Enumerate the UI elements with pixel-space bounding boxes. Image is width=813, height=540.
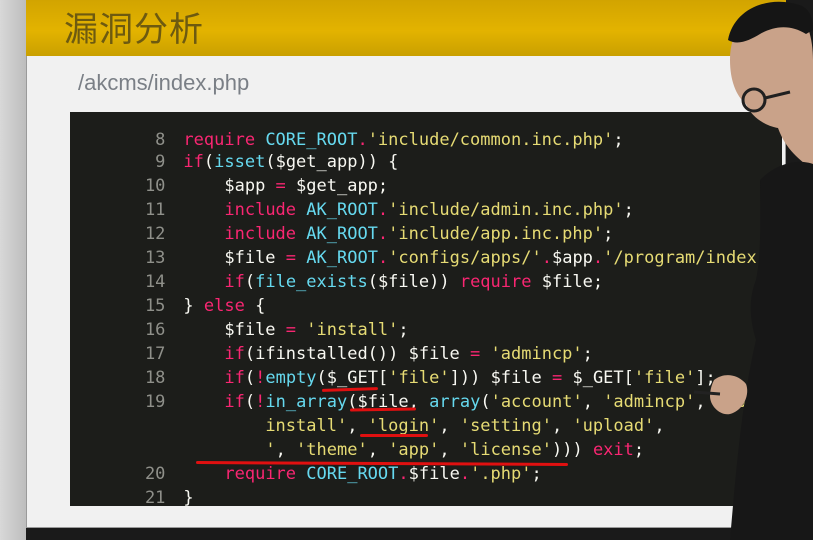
code-line-22: 22?> — [70, 486, 206, 506]
code-line-15: 15} else { — [144, 296, 266, 316]
annotation-underline-app — [360, 434, 428, 437]
code-line-19: 19 if(!in_array($file, array('account', … — [144, 392, 747, 412]
code-line-17: 17 if(ifinstalled()) $file = 'admincp'; — [144, 344, 593, 364]
code-line-13: 13 $file = AK_ROOT.'configs/apps/'.$app.… — [144, 248, 767, 268]
code-line-14: 14 if(file_exists($file)) require $file; — [144, 272, 604, 292]
code-editor-panel: 8 require CORE_ROOT.'include/common.inc.p… — [70, 112, 782, 506]
code-line-12: 12 include AK_ROOT.'include/app.inc.php'… — [144, 224, 614, 244]
code-line-21: 21} — [144, 488, 194, 506]
code-line-16: 16 $file = 'install'; — [144, 320, 409, 340]
slide-title: 漏洞分析 — [64, 10, 204, 50]
slide-title-bar: 漏洞分析 — [26, 0, 786, 56]
code-line-9: 9 if(isset($get_app)) { — [155, 152, 399, 172]
code-line-10: 10 $app = $get_app; — [144, 176, 389, 196]
code-line-18: 18 if(!empty($_GET['file'])) $file = $_G… — [144, 368, 716, 388]
presenter-figure — [693, 1, 813, 540]
presentation-slide: 漏洞分析 /akcms/index.php 8 require CORE_ROOT… — [26, 0, 786, 528]
code-line-11: 11 include AK_ROOT.'include/admin.inc.ph… — [144, 200, 634, 220]
room-wall-left — [0, 0, 26, 540]
file-path-heading: /akcms/index.php — [78, 70, 250, 95]
code-line-19-cont-2: ', 'theme', 'app', 'license'))) exit; — [265, 440, 645, 460]
code-line-20: 20 require CORE_ROOT.$file.'.php'; — [144, 464, 542, 484]
